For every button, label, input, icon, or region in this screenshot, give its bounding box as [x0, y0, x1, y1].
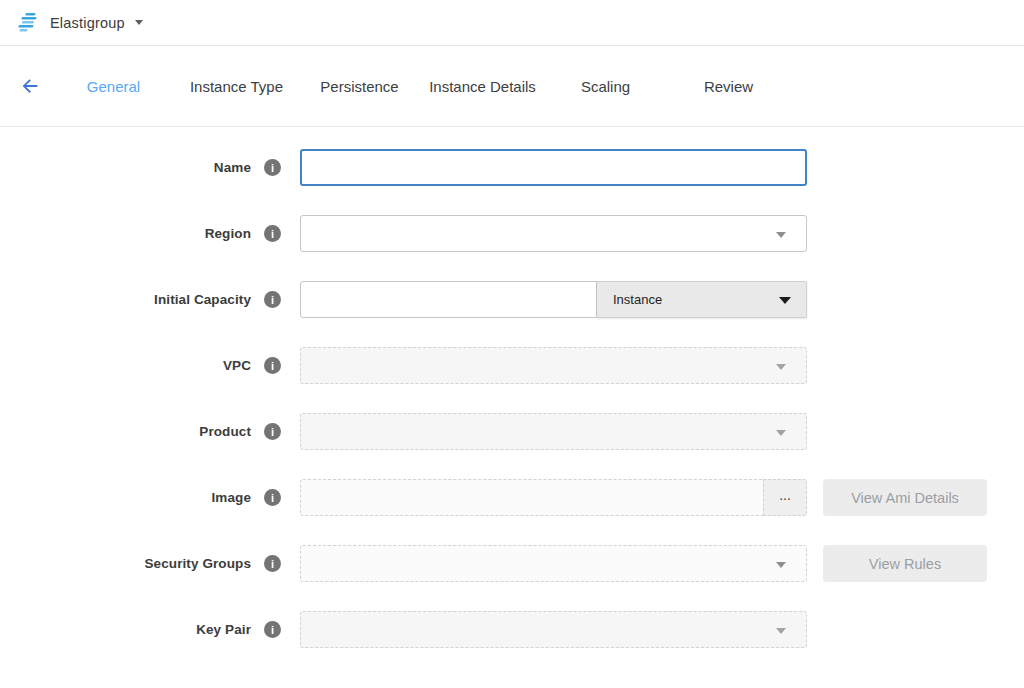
image-browse-button[interactable]: ...	[763, 479, 807, 516]
product-select	[300, 413, 807, 450]
view-rules-button[interactable]: View Rules	[823, 545, 987, 582]
name-label: Name	[214, 160, 251, 175]
initial-capacity-input[interactable]	[300, 281, 597, 318]
chevron-down-icon	[776, 232, 786, 238]
tab-general[interactable]: General	[52, 78, 175, 95]
info-icon[interactable]: i	[264, 357, 281, 374]
form-row-vpc: VPC i	[0, 347, 1024, 384]
form-row-image: Image i ... View Ami Details	[0, 479, 1024, 516]
info-icon[interactable]: i	[264, 159, 281, 176]
capacity-unit-select[interactable]: Instance	[597, 281, 807, 318]
tab-instance-type[interactable]: Instance Type	[175, 78, 298, 95]
region-select[interactable]	[300, 215, 807, 252]
wizard-tab-bar: General Instance Type Persistence Instan…	[0, 46, 1024, 127]
form-row-region: Region i	[0, 215, 1024, 252]
vpc-select	[300, 347, 807, 384]
chevron-down-icon	[779, 297, 791, 304]
security-groups-label: Security Groups	[144, 556, 251, 571]
region-label: Region	[205, 226, 251, 241]
info-icon[interactable]: i	[264, 291, 281, 308]
info-icon[interactable]: i	[264, 423, 281, 440]
general-form: Name i Region i Initial Capacity i Insta…	[0, 127, 1024, 648]
app-switcher-button[interactable]: Elastigroup	[50, 15, 143, 31]
form-row-name: Name i	[0, 149, 1024, 186]
chevron-down-icon	[776, 364, 786, 370]
app-header: Elastigroup	[0, 0, 1024, 46]
name-input[interactable]	[300, 149, 807, 186]
form-row-security-groups: Security Groups i View Rules	[0, 545, 1024, 582]
info-icon[interactable]: i	[264, 225, 281, 242]
info-icon[interactable]: i	[264, 489, 281, 506]
image-input[interactable]	[300, 479, 763, 516]
info-icon[interactable]: i	[264, 555, 281, 572]
tab-persistence[interactable]: Persistence	[298, 78, 421, 95]
chevron-down-icon	[776, 562, 786, 568]
view-ami-details-button[interactable]: View Ami Details	[823, 479, 987, 516]
info-icon[interactable]: i	[264, 621, 281, 638]
tab-scaling[interactable]: Scaling	[544, 78, 667, 95]
elastigroup-logo-icon	[15, 12, 41, 34]
image-label: Image	[211, 490, 251, 505]
product-label: Product	[199, 424, 251, 439]
chevron-down-icon	[776, 430, 786, 436]
key-pair-select	[300, 611, 807, 648]
security-groups-select[interactable]	[300, 545, 807, 582]
chevron-down-icon	[776, 628, 786, 634]
vpc-label: VPC	[223, 358, 251, 373]
key-pair-label: Key Pair	[196, 622, 251, 637]
tab-instance-details[interactable]: Instance Details	[421, 78, 544, 95]
capacity-unit-value: Instance	[613, 292, 662, 307]
form-row-initial-capacity: Initial Capacity i Instance	[0, 281, 1024, 318]
initial-capacity-label: Initial Capacity	[154, 292, 251, 307]
app-name: Elastigroup	[50, 15, 125, 31]
tab-review[interactable]: Review	[667, 78, 790, 95]
form-row-key-pair: Key Pair i	[0, 611, 1024, 648]
chevron-down-icon	[135, 20, 143, 25]
back-button[interactable]	[19, 75, 43, 97]
form-row-product: Product i	[0, 413, 1024, 450]
